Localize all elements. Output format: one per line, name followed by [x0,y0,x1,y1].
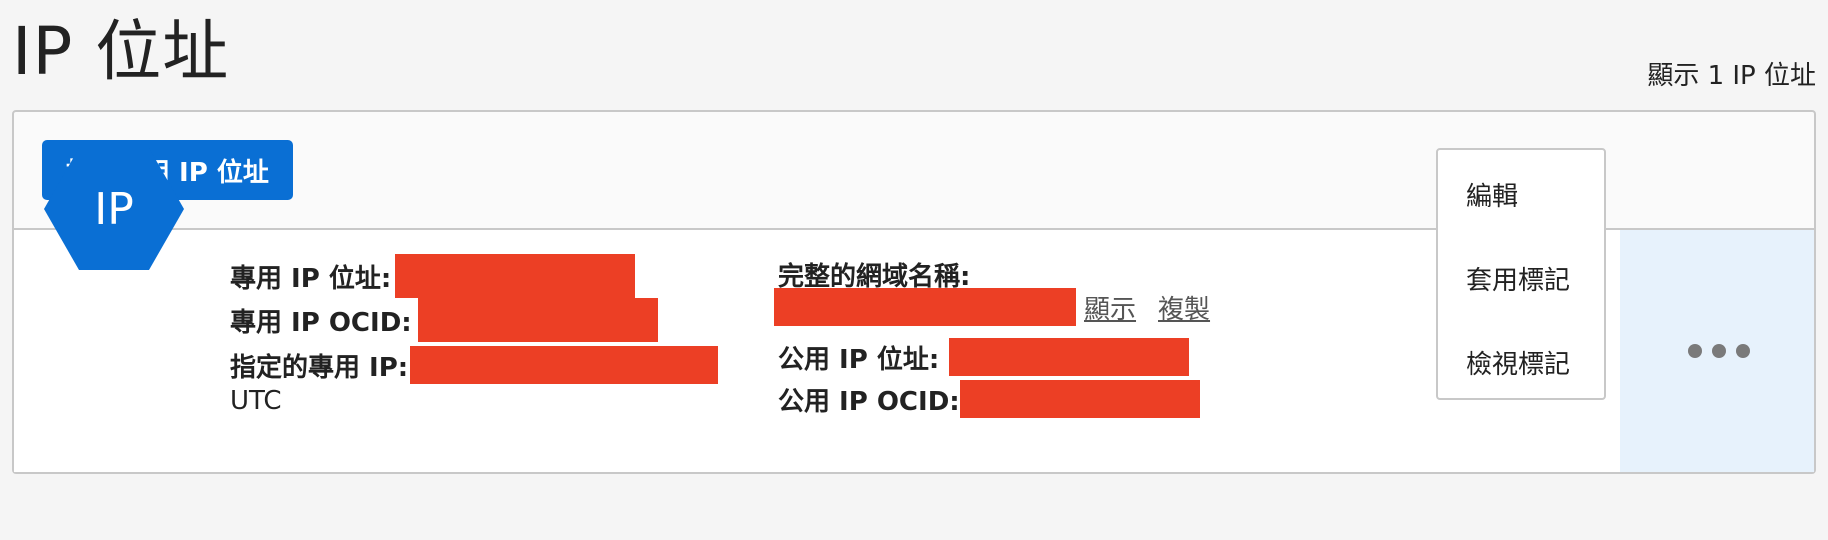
actions-menu: 編輯 套用標記 檢視標記 [1436,148,1606,400]
page-title: IP 位址 [12,13,230,90]
ellipsis-icon[interactable] [1688,344,1750,358]
menu-item-apply-tags[interactable]: 套用標記 [1466,260,1570,297]
public-ocid-label: 公用 IP OCID: [778,386,960,417]
menu-item-view-tags[interactable]: 檢視標記 [1466,344,1570,381]
copy-link[interactable]: 複製 [1158,289,1210,326]
private-ip-field: 專用 IP 位址: [230,254,636,298]
assigned-private-ip-label: 指定的專用 IP: [230,352,409,383]
result-count: 顯示 1 IP 位址 [1647,61,1816,91]
redacted-public-ip [949,338,1190,376]
private-ocid-label: 專用 IP OCID: [230,307,412,338]
private-ip-label: 專用 IP 位址: [230,263,392,294]
fqdn-value-row: 顯示 複製 [774,288,1210,326]
public-ocid-field: 公用 IP OCID: [778,380,1200,418]
ip-icon-label: IP [94,184,134,235]
public-ip-field: 公用 IP 位址: [778,338,1190,376]
actions-cell [1620,230,1814,472]
public-ip-label: 公用 IP 位址: [778,344,940,375]
assigned-private-ip-field: 指定的專用 IP: [230,346,719,384]
redacted-private-ocid [417,298,658,342]
redacted-fqdn [774,288,1076,326]
private-ocid-field: 專用 IP OCID: [230,298,658,342]
redacted-assigned-private-ip [410,346,719,384]
timezone-text: UTC [230,386,282,416]
ip-hexagon-icon: IP [44,148,184,270]
menu-item-edit[interactable]: 編輯 [1466,176,1518,213]
redacted-public-ocid [959,380,1200,418]
redacted-private-ip [395,254,636,298]
show-link[interactable]: 顯示 [1084,289,1136,326]
